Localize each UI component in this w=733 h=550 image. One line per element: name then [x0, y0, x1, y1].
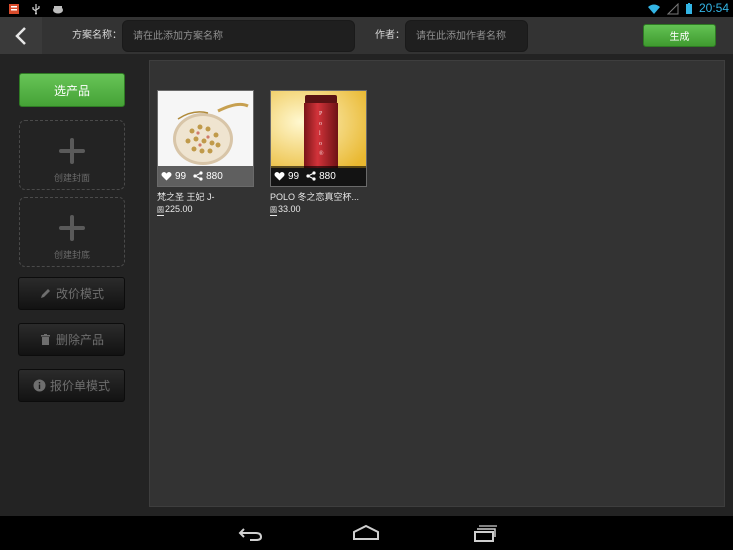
- red-vacuum-cup-product-image: Pol o®: [271, 91, 366, 173]
- share-icon: [193, 171, 203, 181]
- product-name: POLO 冬之恋真空杯...: [270, 192, 360, 202]
- battery-icon: [685, 2, 692, 14]
- edit-price-mode-label: 改价模式: [55, 287, 104, 301]
- shares-count: 880: [206, 170, 223, 182]
- app-root: 20:54 方案名称： 作者： 生成 选产品 创建封面 创建封底: [0, 0, 733, 550]
- chevron-left-icon: [15, 26, 26, 45]
- author-label: 作者：: [375, 30, 405, 41]
- wifi-icon: [647, 4, 660, 14]
- product-stats-bar: 99 880: [158, 166, 253, 186]
- create-cover-label: 创建封面: [53, 173, 90, 183]
- share-icon: [306, 171, 316, 181]
- system-nav-bar: [0, 516, 733, 550]
- currency-symbol: 圆: [157, 207, 164, 216]
- quote-mode-label: 报价单模式: [49, 379, 110, 393]
- back-icon[interactable]: [236, 523, 264, 543]
- product-name: 梵之圣 王妃 J-: [157, 192, 215, 202]
- product-stats-bar: 99 880: [271, 166, 366, 186]
- status-left-icons: [8, 2, 64, 15]
- usb-icon: [32, 3, 40, 14]
- currency-symbol: 圆: [270, 207, 277, 216]
- product-thumbnail[interactable]: 99 880: [157, 90, 254, 187]
- plus-icon: [59, 138, 85, 164]
- info-icon: [33, 379, 46, 392]
- back-button[interactable]: [0, 17, 42, 54]
- shares-count: 880: [319, 170, 336, 182]
- price-value: 33.00: [278, 204, 301, 214]
- product-thumbnail[interactable]: Pol o ® 99 880: [270, 90, 367, 187]
- clock: 20:54: [698, 1, 729, 15]
- product-card[interactable]: Pol o ® 99 880 POLO 冬之恋真空杯... 圆33.00: [270, 90, 367, 216]
- create-back-cover-button[interactable]: 创建封底: [19, 197, 125, 267]
- heart-icon: [274, 171, 285, 181]
- plan-name-label: 方案名称：: [72, 30, 122, 41]
- left-sidebar: 选产品 创建封面 创建封底 改价模式 删除产品 报价单模式: [0, 54, 143, 516]
- select-products-button[interactable]: 选产品: [19, 73, 125, 107]
- compact-mirror-product-image: [158, 91, 253, 168]
- app-notification-icon: [9, 3, 19, 14]
- create-cover-button[interactable]: 创建封面: [19, 120, 125, 190]
- product-canvas: 99 880 梵之圣 王妃 J- 圆225.00 P o l o ® 99 88…: [149, 60, 725, 507]
- svg-text:o: o: [319, 121, 322, 127]
- status-bar: 20:54: [0, 0, 733, 17]
- delete-product-label: 删除产品: [55, 333, 104, 347]
- status-right-icons: 20:54: [647, 0, 729, 17]
- heart-icon: [161, 171, 172, 181]
- create-back-cover-label: 创建封底: [53, 250, 90, 260]
- recent-apps-icon[interactable]: [469, 523, 497, 543]
- product-price: 圆225.00: [157, 204, 254, 216]
- generate-button[interactable]: 生成: [643, 24, 716, 47]
- home-icon[interactable]: [352, 523, 380, 543]
- top-toolbar: 方案名称： 作者： 生成: [0, 17, 733, 54]
- product-price: 圆33.00: [270, 204, 367, 216]
- quote-mode-button[interactable]: 报价单模式: [18, 369, 125, 402]
- svg-text:®: ®: [319, 150, 324, 157]
- svg-text:o: o: [319, 141, 322, 147]
- plus-icon: [59, 215, 85, 241]
- plan-name-input[interactable]: [122, 20, 355, 52]
- signal-icon: [666, 2, 679, 14]
- product-card[interactable]: 99 880 梵之圣 王妃 J- 圆225.00: [157, 90, 254, 216]
- pencil-icon: [40, 289, 50, 298]
- price-value: 225.00: [165, 204, 193, 214]
- trash-icon: [40, 334, 50, 345]
- author-input[interactable]: [405, 20, 528, 52]
- likes-count: 99: [175, 170, 187, 182]
- android-debug-icon: [53, 5, 63, 13]
- delete-product-button[interactable]: 删除产品: [18, 323, 125, 356]
- edit-price-mode-button[interactable]: 改价模式: [18, 277, 125, 310]
- likes-count: 99: [288, 170, 300, 182]
